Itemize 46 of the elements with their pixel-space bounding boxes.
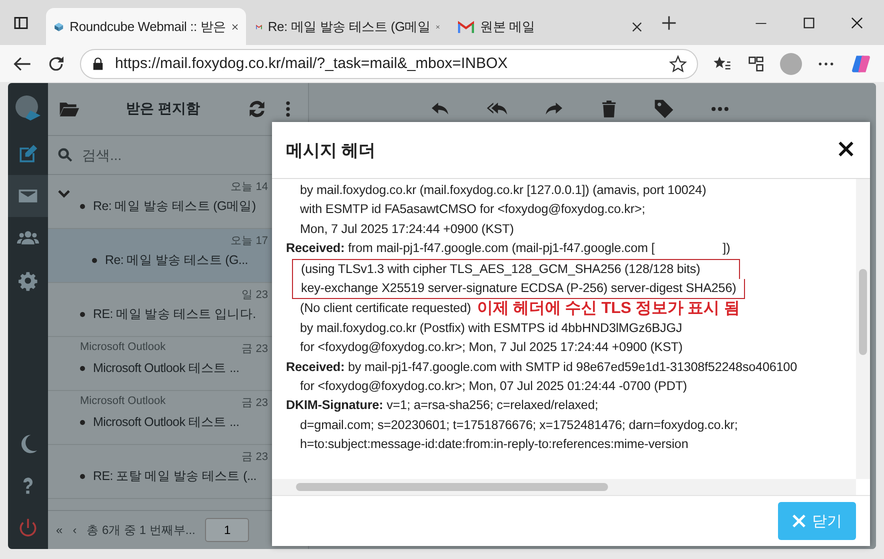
new-tab-icon[interactable] [660, 14, 678, 32]
compose-icon[interactable] [17, 143, 39, 165]
previous-page-button[interactable]: ‹ [72, 523, 77, 537]
tab-close-icon[interactable] [232, 22, 238, 32]
browser-tab[interactable]: Roundcube Webmail :: 받은 [46, 8, 246, 45]
message-date: 오늘 14 [230, 180, 268, 194]
first-page-button[interactable]: « [56, 523, 63, 537]
message-sender: Microsoft Outlook [80, 395, 166, 409]
m-logo-icon [458, 20, 474, 32]
roundcube-logo-icon[interactable] [13, 93, 43, 123]
message-date: 금 23 [242, 342, 268, 356]
folder-title: 받은 편지함 [125, 100, 201, 118]
message-subject: Microsoft Outlook 테스트 ... [93, 360, 240, 377]
chevron-down-icon[interactable] [58, 189, 70, 199]
message-subject: Microsoft Outlook 테스트 ... [93, 414, 240, 431]
browser-tab[interactable]: 원본 메일 [450, 8, 650, 45]
message-subject: RE: 메일 발송 테스트 입니다. [93, 306, 256, 323]
page-field[interactable]: 1 [205, 518, 250, 542]
message-subject: Re: 메일 발송 테스트 (G메일) [93, 198, 256, 215]
search-field[interactable]: 검색... [80, 146, 276, 164]
message-subject: Re: 메일 발송 테스트 (G... [105, 252, 248, 269]
gear-icon[interactable] [17, 269, 39, 291]
tag-icon[interactable] [653, 98, 675, 120]
tab-close-icon[interactable] [632, 22, 642, 32]
close-icon[interactable] [838, 141, 854, 157]
message-subject: RE: 포탈 메일 발송 테스트 (... [93, 468, 256, 485]
message-sender: Microsoft Outlook [80, 341, 166, 355]
extensions-icon[interactable] [746, 54, 766, 74]
message-count: 총 6개 중 1 번째부... [86, 522, 196, 538]
maximize-icon[interactable] [802, 16, 816, 30]
message-date: 금 23 [242, 450, 268, 464]
vertical-scrollbar[interactable] [856, 179, 870, 479]
annotation-text: 이제 헤더에 수신 TLS 정보가 표시 됨 [477, 300, 740, 318]
search-icon[interactable] [56, 146, 74, 164]
horizontal-scrollbar[interactable] [272, 479, 856, 495]
star-icon[interactable] [669, 54, 687, 72]
message-date: 일 23 [242, 288, 268, 302]
address-bar[interactable]: https://mail.foxydog.co.kr/mail/?_task=mail&_mbox=INBOX [80, 48, 698, 78]
browser-tab[interactable]: Re: 메일 발송 테스트 (G메일 [248, 8, 448, 45]
header-line: (using TLSv1.3 with cipher TLS_AES_128_GCM_SHA256 (128/128 bits) [292, 258, 740, 280]
lock-icon[interactable] [91, 56, 105, 70]
message-date: 오늘 17 [230, 234, 268, 248]
header-line: key-exchange X25519 server-signature ECDSA (P-256) server-digest SHA256) [292, 279, 746, 300]
dialog-title: 메시지 헤더 [286, 140, 377, 162]
message-date: 금 23 [242, 396, 268, 410]
close-icon[interactable] [850, 16, 864, 30]
